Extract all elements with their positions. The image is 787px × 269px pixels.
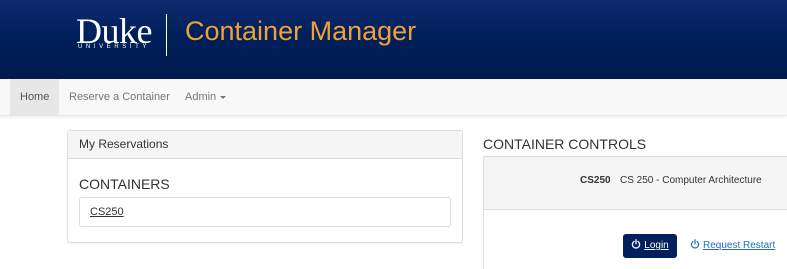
request-restart-link[interactable]: Request Restart [690, 234, 775, 258]
course-header: CS250 CS 250 - Computer Architecture [484, 157, 787, 210]
navbar: Home Reserve a Container Admin [0, 79, 787, 116]
nav-reserve-container[interactable]: Reserve a Container [59, 79, 180, 115]
nav-reserve-label: Reserve a Container [69, 91, 170, 103]
logo-subtext: UNIVERSITY [78, 44, 151, 50]
power-icon [690, 239, 700, 249]
panel-heading: My Reservations [68, 131, 462, 159]
header-divider [166, 14, 167, 56]
course-name: CS 250 - Computer Architecture [620, 175, 762, 186]
panel-heading-title: My Reservations [79, 137, 169, 151]
power-icon [632, 239, 641, 249]
nav-home-label: Home [20, 91, 50, 103]
nav-home[interactable]: Home [10, 79, 60, 115]
app-title: Container Manager [185, 16, 417, 46]
login-button[interactable]: Login [623, 234, 677, 258]
duke-logo[interactable]: Duke UNIVERSITY [76, 11, 158, 54]
site-header: Duke UNIVERSITY Container Manager [0, 0, 787, 79]
login-label: Login [644, 240, 669, 251]
containers-title: CONTAINERS [79, 176, 170, 192]
container-link[interactable]: CS250 [90, 198, 124, 226]
restart-label: Request Restart [703, 240, 776, 251]
course-code: CS250 [580, 175, 611, 186]
nav-admin-dropdown[interactable]: Admin [175, 79, 236, 115]
container-control-card: CS250 CS 250 - Computer Architecture Log… [483, 156, 787, 269]
list-item[interactable]: CS250 [79, 197, 451, 227]
nav-admin-label: Admin [185, 91, 217, 103]
container-controls-title: CONTAINER CONTROLS [483, 136, 647, 152]
my-reservations-panel: My Reservations CONTAINERS CS250 [67, 130, 463, 243]
caret-down-icon [220, 95, 227, 99]
